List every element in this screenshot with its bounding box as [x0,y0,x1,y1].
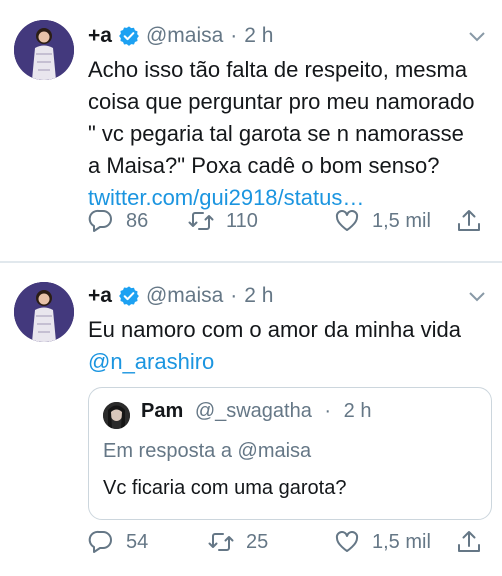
quoted-profile-photo [103,402,130,429]
avatar[interactable] [14,282,74,342]
quoted-avatar[interactable] [103,402,130,429]
tweet-text-line: a Maisa?" Poxa cadê o bom senso? [88,153,440,178]
heart-icon [335,209,359,231]
tweet-actions: 86 110 1,5 mil [88,206,492,236]
verified-badge-icon [119,286,139,306]
chevron-down-icon[interactable] [468,31,486,43]
retweet-button[interactable]: 25 [208,527,268,557]
reply-count: 54 [126,530,149,553]
reply-button[interactable]: 54 [88,527,148,557]
tweet-text: Acho isso tão falta de respeito, mesma c… [88,56,474,212]
like-count: 1,5 mil [372,530,431,553]
retweet-icon [208,533,234,551]
quoted-display-name[interactable]: Pam [141,400,183,422]
profile-photo [14,20,74,80]
reply-count: 86 [126,209,149,232]
like-count: 1,5 mil [372,209,431,232]
tweet[interactable]: +a @maisa · 2 h Acho isso tão falta de r… [0,0,502,262]
display-name[interactable]: +a [88,284,112,308]
reply-icon [88,209,112,232]
retweet-icon [188,212,214,230]
tweet-text-line: " vc pegaria tal garota se n namorasse [88,121,464,146]
retweet-count: 25 [246,530,269,553]
separator-dot: · [230,24,238,47]
retweet-count: 110 [226,209,258,232]
like-button[interactable]: 1,5 mil [334,206,431,236]
quoted-text: Vc ficaria com uma garota? [103,477,347,499]
tweet-header: +a @maisa · 2 h [88,281,274,311]
share-button[interactable] [456,527,494,557]
timestamp[interactable]: 2 h [244,284,273,308]
tweet-text-line: coisa que perguntar pro meu namorado [88,89,475,114]
share-icon [458,210,480,231]
quoted-header: Pam @_swagatha · 2 h [141,400,371,423]
profile-photo [14,282,74,342]
reply-to-handle: @maisa [237,440,312,462]
tweet[interactable]: +a @maisa · 2 h Eu namoro com o amor da … [0,263,502,576]
separator-dot: · [230,284,238,307]
tweet-header: +a @maisa · 2 h [88,21,274,51]
tweet-text-line: Acho isso tão falta de respeito, mesma [88,57,468,82]
quoted-tweet[interactable]: Pam @_swagatha · 2 h Em resposta a @mais… [88,387,492,520]
display-name[interactable]: +a [88,24,112,48]
handle[interactable]: @maisa [146,284,223,308]
share-icon [458,531,480,552]
quoted-handle[interactable]: @_swagatha [195,400,312,422]
verified-badge-icon [119,26,139,46]
quoted-timestamp: 2 h [343,400,372,422]
reply-context: Em resposta a @maisa [103,440,311,463]
like-button[interactable]: 1,5 mil [334,527,431,557]
handle[interactable]: @maisa [146,24,223,48]
mention-link[interactable]: @n_arashiro [88,348,461,376]
retweet-button[interactable]: 110 [188,206,258,236]
chevron-down-icon[interactable] [468,291,486,303]
share-button[interactable] [456,206,494,236]
reply-icon [88,530,112,553]
avatar[interactable] [14,20,74,80]
tweet-text-line: Eu namoro com o amor da minha vida [88,317,461,342]
reply-prefix: Em resposta a [103,440,232,462]
tweet-actions: 54 25 1,5 mil [88,527,492,557]
heart-icon [335,530,359,552]
separator-dot: · [324,400,332,422]
reply-button[interactable]: 86 [88,206,148,236]
timestamp[interactable]: 2 h [244,24,273,48]
tweet-text: Eu namoro com o amor da minha vida @n_ar… [88,316,461,376]
